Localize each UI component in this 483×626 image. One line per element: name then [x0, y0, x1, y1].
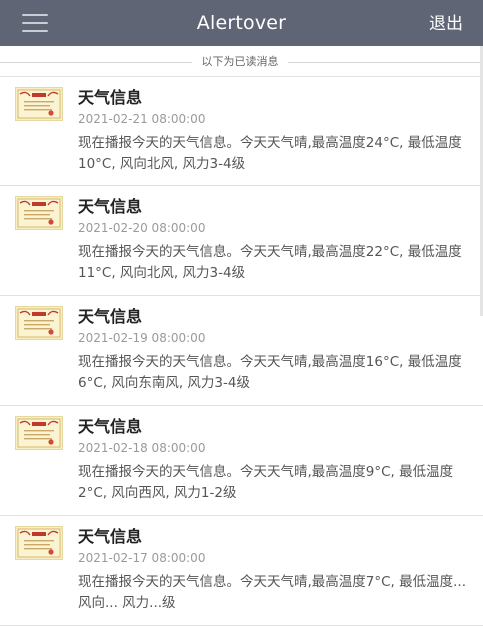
message-body: 现在播报今天的天气信息。今天天气晴,最高温度22°C, 最低温度11°C, 风向… [78, 244, 462, 281]
message-item[interactable]: 天气信息 2021-02-19 08:00:00 现在播报今天的天气信息。今天天… [0, 296, 483, 406]
message-title: 天气信息 [78, 88, 143, 107]
message-timestamp: 2021-02-18 08:00:00 [78, 441, 206, 455]
certificate-thumbnail-icon [15, 526, 63, 560]
message-list: 天气信息 2021-02-21 08:00:00 现在播报今天的天气信息。今天天… [0, 76, 483, 626]
message-item[interactable]: 天气信息 2021-02-21 08:00:00 现在播报今天的天气信息。今天天… [0, 76, 483, 186]
message-body: 现在播报今天的天气信息。今天天气晴,最高温度7°C, 最低温度... 风向...… [78, 574, 467, 611]
message-title: 天气信息 [78, 197, 143, 216]
app-title: Alertover [196, 12, 287, 34]
message-item[interactable]: 天气信息 2021-02-18 08:00:00 现在播报今天的天气信息。今天天… [0, 406, 483, 516]
app-header: Alertover 退出 [0, 0, 483, 46]
message-timestamp: 2021-02-21 08:00:00 [78, 112, 206, 126]
read-messages-divider: 以下为已读消息 [0, 52, 483, 72]
logout-button[interactable]: 退出 [429, 0, 463, 46]
certificate-thumbnail-icon [15, 306, 63, 340]
certificate-thumbnail-icon [15, 196, 63, 230]
message-timestamp: 2021-02-19 08:00:00 [78, 331, 206, 345]
message-item[interactable]: 天气信息 2021-02-20 08:00:00 现在播报今天的天气信息。今天天… [0, 186, 483, 296]
message-body: 现在播报今天的天气信息。今天天气晴,最高温度16°C, 最低温度6°C, 风向东… [78, 354, 462, 391]
divider-line [0, 62, 192, 63]
message-title: 天气信息 [78, 527, 143, 546]
message-title: 天气信息 [78, 307, 143, 326]
divider-label: 以下为已读消息 [201, 55, 279, 68]
message-title: 天气信息 [78, 417, 143, 436]
divider-line [288, 62, 483, 63]
message-timestamp: 2021-02-20 08:00:00 [78, 221, 206, 235]
certificate-thumbnail-icon [15, 416, 63, 450]
message-timestamp: 2021-02-17 08:00:00 [78, 551, 206, 565]
certificate-thumbnail-icon [15, 87, 63, 121]
message-body: 现在播报今天的天气信息。今天天气晴,最高温度24°C, 最低温度10°C, 风向… [78, 135, 462, 172]
message-item[interactable]: 天气信息 2021-02-17 08:00:00 现在播报今天的天气信息。今天天… [0, 516, 483, 626]
message-body: 现在播报今天的天气信息。今天天气晴,最高温度9°C, 最低温度2°C, 风向西风… [78, 464, 454, 501]
